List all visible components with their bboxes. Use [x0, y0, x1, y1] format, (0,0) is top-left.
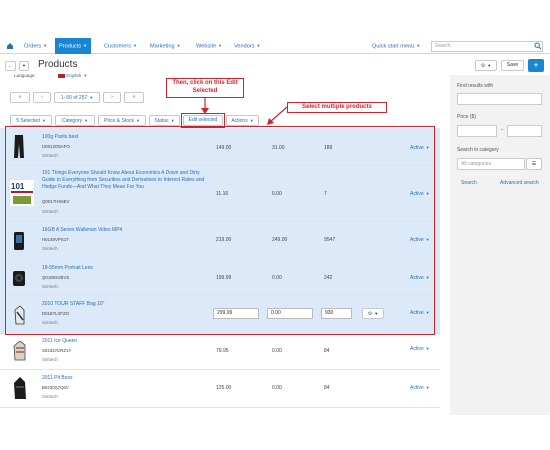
selected-rows-highlight	[5, 126, 435, 335]
price-stock-dropdown[interactable]: Price & Stock ▼	[98, 115, 146, 126]
pagination-range[interactable]: 1–50 of 257 ▼	[54, 92, 100, 103]
chevron-down-icon: ▼	[416, 43, 421, 48]
chevron-down-icon: ▼	[487, 63, 492, 68]
callout-arrow-edit	[201, 97, 209, 114]
product-thumbnail[interactable]	[12, 338, 28, 362]
chevron-down-icon: ▼	[83, 73, 88, 79]
chevron-down-icon: ▼	[136, 118, 140, 123]
chevron-down-icon: ▼	[89, 95, 94, 100]
history-dropdown[interactable]: ▼	[19, 61, 29, 71]
find-results-input[interactable]	[457, 93, 542, 105]
chevron-left-icon: ‹	[41, 94, 43, 100]
language-label: Language:	[14, 73, 36, 78]
chevron-down-icon: ▼	[425, 346, 430, 352]
gear-icon: ⚙	[480, 62, 486, 69]
page-title: Products	[38, 59, 78, 70]
first-page-button[interactable]: «	[10, 92, 30, 103]
nav-vendors[interactable]: Vendors ▼	[230, 38, 265, 54]
sidebar-search-link[interactable]: Search	[461, 180, 477, 186]
chevron-down-icon: ▼	[256, 43, 261, 48]
table-row[interactable]: 2011 Ice Queen S0232AVRZ1Y Simtech 79.95…	[0, 334, 440, 370]
product-quantity[interactable]: 84	[324, 348, 330, 354]
chevron-down-icon: ▼	[41, 118, 46, 123]
chevron-down-icon: ▼	[176, 43, 181, 48]
chevron-down-icon: ▼	[249, 118, 254, 123]
callout-select-multiple: Select multiple products	[287, 102, 387, 113]
chevron-down-icon: ▼	[84, 118, 89, 123]
chevron-down-icon: ▼	[22, 63, 26, 68]
find-results-label: Find results with	[457, 83, 494, 89]
product-name[interactable]: 2011 Ice Queen	[42, 338, 77, 345]
last-page-button[interactable]: »	[124, 92, 144, 103]
chevron-right-icon: ›	[111, 94, 113, 100]
category-picker-button[interactable]: ☰	[526, 158, 542, 170]
price-separator: -	[501, 127, 503, 133]
list-icon: ☰	[531, 161, 537, 167]
price-label: Price ($)	[457, 114, 476, 120]
flag-icon	[58, 73, 65, 78]
chevron-down-icon: ▼	[170, 118, 175, 123]
nav-customers[interactable]: Customers ▼	[100, 38, 141, 54]
chevron-down-icon: ▼	[43, 43, 48, 48]
language-selector[interactable]: English ▼	[58, 73, 87, 78]
chevron-down-icon: ▼	[133, 43, 138, 48]
product-list-price[interactable]: 0.00	[272, 385, 282, 391]
product-sku: B0230S7Q0V	[42, 385, 69, 390]
product-quantity[interactable]: 84	[324, 385, 330, 391]
price-to-input[interactable]	[507, 125, 542, 137]
top-nav-bar: Orders ▼ Products ▼ Customers ▼ Marketing ▼ …	[0, 38, 550, 54]
next-page-button[interactable]: ›	[103, 92, 121, 103]
product-sku: S0232AVRZ1Y	[42, 348, 72, 353]
callout-edit-selected: Then, click on this Edit Selected	[166, 78, 244, 98]
product-thumbnail[interactable]	[12, 375, 28, 401]
save-button[interactable]: Save	[501, 60, 524, 71]
category-input[interactable]: All categories	[457, 158, 525, 170]
nav-website[interactable]: Website ▼	[192, 38, 226, 54]
plus-icon: +	[533, 60, 539, 70]
actions-dropdown[interactable]: Actions ▼	[226, 115, 259, 126]
price-from-input[interactable]	[457, 125, 497, 137]
quick-start-menu[interactable]: Quick start menu ▼	[368, 38, 424, 54]
product-price[interactable]: 125.00	[216, 385, 231, 391]
double-chevron-right-icon: »	[132, 94, 136, 100]
search-category-label: Search in category	[457, 147, 499, 153]
search-icon[interactable]	[534, 42, 542, 50]
product-status[interactable]: Active ▼	[410, 346, 430, 352]
nav-marketing[interactable]: Marketing ▼	[146, 38, 185, 54]
product-list-price[interactable]: 0.00	[272, 348, 282, 354]
table-row[interactable]: 2011 Pit Boss B0230S7Q0V Simtech 125.00 …	[0, 370, 440, 408]
product-status[interactable]: Active ▼	[410, 385, 430, 391]
product-vendor: Simtech	[42, 394, 58, 399]
status-dropdown[interactable]: Status ▼	[149, 115, 180, 126]
product-price[interactable]: 79.95	[216, 348, 229, 354]
advanced-search-link[interactable]: Advanced search	[500, 180, 539, 186]
arrow-left-icon: ←	[8, 63, 13, 69]
nav-products[interactable]: Products ▼	[55, 38, 92, 54]
prev-page-button[interactable]: ‹	[33, 92, 51, 103]
selected-count-dropdown[interactable]: 5 Selected ▼	[10, 115, 52, 126]
back-button[interactable]: ←	[5, 61, 16, 71]
category-dropdown[interactable]: Category ▼	[55, 115, 95, 126]
search-input[interactable]: Search	[431, 41, 543, 52]
callout-arrow-select	[267, 106, 288, 125]
chevron-down-icon: ▼	[425, 385, 430, 391]
double-chevron-left-icon: «	[18, 94, 22, 100]
chevron-down-icon: ▼	[218, 43, 223, 48]
product-vendor: Simtech	[42, 357, 58, 362]
nav-orders[interactable]: Orders ▼	[20, 38, 51, 54]
product-name[interactable]: 2011 Pit Boss	[42, 375, 72, 382]
chevron-down-icon: ▼	[83, 43, 88, 48]
home-icon[interactable]	[2, 38, 18, 54]
settings-dropdown[interactable]: ⚙ ▼	[475, 60, 497, 71]
add-product-button[interactable]: +	[528, 59, 544, 72]
